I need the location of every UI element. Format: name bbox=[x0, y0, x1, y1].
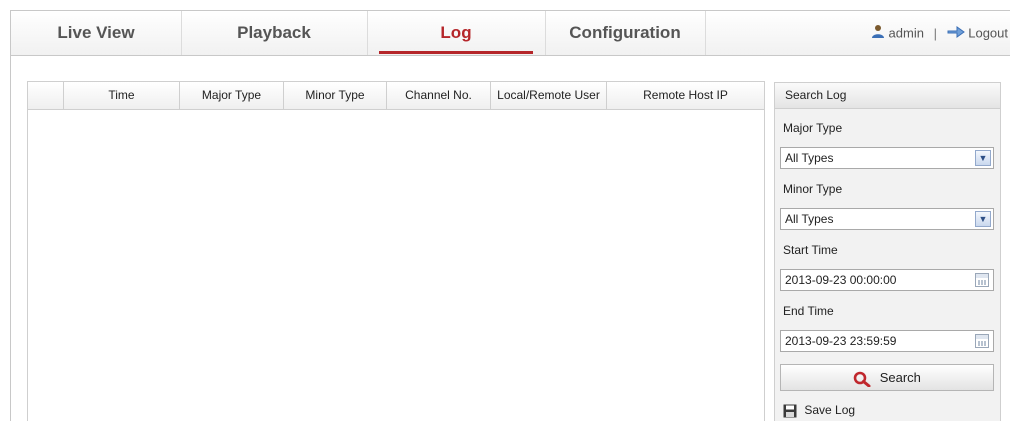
save-icon bbox=[783, 403, 804, 418]
column-header-select[interactable] bbox=[28, 82, 64, 109]
search-panel-title: Search Log bbox=[775, 83, 1000, 109]
end-time-value: 2013-09-23 23:59:59 bbox=[785, 334, 897, 348]
tab-log[interactable]: Log bbox=[367, 11, 546, 55]
chevron-down-icon[interactable]: ▼ bbox=[975, 211, 991, 227]
username: admin bbox=[888, 25, 924, 41]
chevron-down-icon[interactable]: ▼ bbox=[975, 150, 991, 166]
table-header: Time Major Type Minor Type Channel No. L… bbox=[28, 82, 764, 110]
log-table: Time Major Type Minor Type Channel No. L… bbox=[27, 81, 765, 421]
calendar-icon[interactable] bbox=[975, 334, 989, 348]
end-time-label: End Time bbox=[783, 304, 834, 318]
top-nav: Live View Playback Log Configuration adm… bbox=[11, 11, 1010, 56]
column-header-remote-host-ip[interactable]: Remote Host IP bbox=[607, 82, 764, 109]
search-panel: Search Log Major Type All Types ▼ Minor … bbox=[774, 82, 1001, 421]
major-type-label: Major Type bbox=[783, 121, 843, 135]
start-time-label: Start Time bbox=[783, 243, 838, 257]
user-separator: | bbox=[933, 25, 937, 41]
column-header-channel-no[interactable]: Channel No. bbox=[387, 82, 491, 109]
minor-type-label: Minor Type bbox=[783, 182, 843, 196]
table-body bbox=[28, 110, 764, 422]
save-log-button[interactable]: Save Log bbox=[783, 401, 855, 419]
column-header-local-remote-user[interactable]: Local/Remote User bbox=[491, 82, 607, 109]
tab-playback[interactable]: Playback bbox=[181, 11, 368, 55]
column-header-major-type[interactable]: Major Type bbox=[180, 82, 284, 109]
search-icon bbox=[853, 370, 880, 388]
save-log-label: Save Log bbox=[804, 403, 856, 417]
end-time-field[interactable]: 2013-09-23 23:59:59 bbox=[780, 330, 994, 352]
tab-live-view[interactable]: Live View bbox=[11, 11, 182, 55]
search-button-label: Search bbox=[879, 370, 921, 385]
minor-type-value: All Types bbox=[785, 212, 834, 226]
logout-link[interactable]: Logout bbox=[947, 25, 1008, 41]
logout-label: Logout bbox=[968, 25, 1008, 41]
column-header-minor-type[interactable]: Minor Type bbox=[284, 82, 387, 109]
user-area: admin | Logout bbox=[871, 11, 1008, 55]
tab-configuration[interactable]: Configuration bbox=[545, 11, 706, 55]
calendar-icon[interactable] bbox=[975, 273, 989, 287]
major-type-select[interactable]: All Types ▼ bbox=[780, 147, 994, 169]
user-icon bbox=[871, 24, 889, 41]
column-header-time[interactable]: Time bbox=[64, 82, 180, 109]
major-type-value: All Types bbox=[785, 151, 834, 165]
minor-type-select[interactable]: All Types ▼ bbox=[780, 208, 994, 230]
start-time-field[interactable]: 2013-09-23 00:00:00 bbox=[780, 269, 994, 291]
logout-icon bbox=[947, 25, 969, 41]
start-time-value: 2013-09-23 00:00:00 bbox=[785, 273, 897, 287]
search-button[interactable]: Search bbox=[780, 364, 994, 391]
